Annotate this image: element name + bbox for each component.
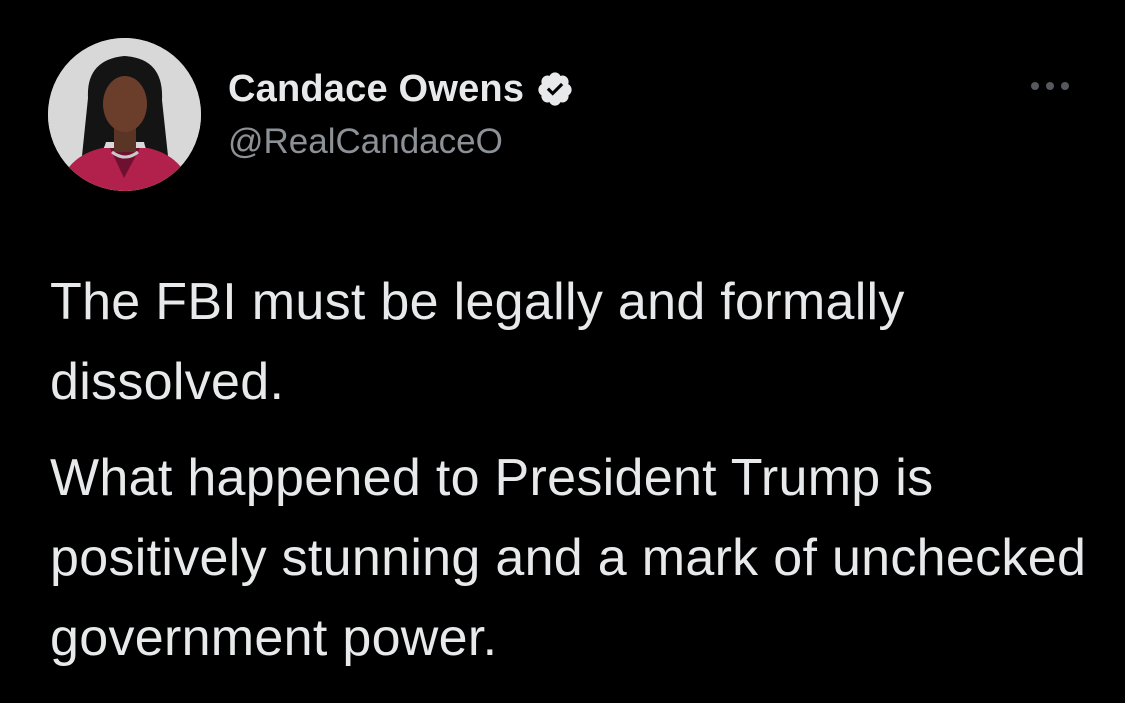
more-options-icon[interactable] [1028,76,1072,96]
display-name[interactable]: Candace Owens [228,68,524,111]
tweet-paragraph: What happened to President Trump is posi… [50,449,1087,667]
author-name-row: Candace Owens [228,66,574,112]
author-handle[interactable]: @RealCandaceO [228,122,503,162]
avatar[interactable] [48,38,201,191]
tweet-paragraph: The FBI must be legally and formally dis… [50,273,905,411]
tweet-text: The FBI must be legally and formally dis… [50,262,1100,678]
tweet: Candace Owens @RealCandaceO The FBI must… [0,0,1125,703]
profile-photo-icon [48,38,201,191]
verified-badge-icon [536,70,574,108]
